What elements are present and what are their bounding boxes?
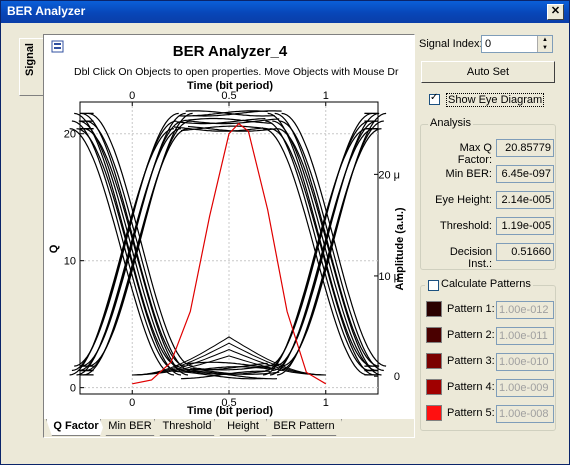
pattern-1-field[interactable]: 1.00e-012 [496, 301, 554, 319]
decision-inst-value: 0.51660 [496, 243, 554, 261]
x-tick-bottom: 0.5 [221, 397, 236, 409]
decision-inst-label: Decision Inst.: [449, 246, 492, 270]
bottom-tab-strip: Q Factor Min BER Threshold Height BER Pa… [44, 419, 414, 437]
signal-index-spinner[interactable]: 0 ▲ ▼ [481, 35, 553, 53]
signal-index-value: 0 [485, 38, 492, 50]
pattern-4-color-swatch[interactable] [426, 379, 442, 395]
pattern-2-label: Pattern 2: [447, 329, 495, 341]
max-q-label: Max Q Factor: [457, 142, 492, 166]
pattern-3-color-swatch[interactable] [426, 353, 442, 369]
max-q-value: 20.85779 [496, 139, 554, 157]
signal-index-label: Signal Index: [419, 38, 483, 50]
amplitude-tick: 10 μ [378, 271, 400, 283]
threshold-label: Threshold: [440, 220, 492, 232]
threshold-value: 1.19e-005 [496, 217, 554, 235]
tab-q-factor[interactable]: Q Factor [46, 419, 106, 436]
spin-up-icon[interactable]: ▲ [538, 36, 552, 44]
pattern-2-field[interactable]: 1.00e-011 [496, 327, 554, 345]
calculate-patterns-checkbox[interactable] [428, 280, 439, 291]
amplitude-tick: 0 [394, 371, 400, 383]
plot-title: BER Analyzer_4 [173, 43, 288, 60]
tab-signal-label: Signal [24, 43, 36, 77]
tab-height[interactable]: Height [214, 419, 272, 436]
tab-ber-pattern[interactable]: BER Pattern [266, 419, 342, 436]
pattern-2-color-swatch[interactable] [426, 327, 442, 343]
title-bar[interactable]: BER Analyzer ✕ [1, 1, 569, 23]
close-icon[interactable]: ✕ [547, 4, 564, 20]
eye-height-value: 2.14e-005 [496, 191, 554, 209]
pattern-1-color-swatch[interactable] [426, 301, 442, 317]
min-ber-label: Min BER: [445, 168, 492, 180]
q-tick: 20 [64, 129, 76, 141]
plot-panel: BER Analyzer_4 Dbl Click On Objects to o… [43, 34, 415, 438]
pattern-4-field[interactable]: 1.00e-009 [496, 379, 554, 397]
show-eye-diagram-label[interactable]: Show Eye Diagram [446, 93, 545, 107]
x-tick-top: 0 [129, 90, 135, 102]
panel-menu-icon[interactable] [51, 40, 64, 53]
pattern-1-label: Pattern 1: [447, 303, 495, 315]
window-title: BER Analyzer [7, 4, 86, 18]
eye-height-label: Eye Height: [435, 194, 492, 206]
pattern-5-color-swatch[interactable] [426, 405, 442, 421]
plot-subtitle: Dbl Click On Objects to open properties.… [74, 66, 399, 78]
analysis-legend: Analysis [428, 117, 473, 129]
pattern-4-label: Pattern 4: [447, 381, 495, 393]
tab-threshold[interactable]: Threshold [154, 419, 220, 436]
x-tick-top: 1 [323, 90, 329, 102]
tab-signal[interactable]: Signal [19, 38, 44, 96]
min-ber-value: 6.45e-097 [496, 165, 554, 183]
auto-set-button[interactable]: Auto Set [421, 61, 555, 83]
pattern-3-field[interactable]: 1.00e-010 [496, 353, 554, 371]
ber-analyzer-window: BER Analyzer ✕ Signal BER Analyzer_4 Dbl… [0, 0, 570, 465]
eye-diagram-plot[interactable]: BER Analyzer_4 Dbl Click On Objects to o… [48, 38, 412, 418]
pattern-3-label: Pattern 3: [447, 355, 495, 367]
left-axis-label: Q [48, 244, 60, 253]
spin-down-icon[interactable]: ▼ [538, 44, 552, 52]
x-tick-bottom: 1 [323, 397, 329, 409]
plot-area[interactable]: BER Analyzer_4 Dbl Click On Objects to o… [48, 38, 412, 418]
show-eye-diagram-checkbox[interactable] [429, 92, 440, 105]
q-tick: 10 [64, 256, 76, 268]
tab-min-ber[interactable]: Min BER [100, 419, 160, 436]
pattern-5-label: Pattern 5: [447, 407, 495, 419]
pattern-5-field[interactable]: 1.00e-008 [496, 405, 554, 423]
x-tick-top: 0.5 [221, 90, 236, 102]
calculate-patterns-legend: Calculate Patterns [425, 278, 533, 290]
amplitude-tick: 20 μ [378, 169, 400, 181]
x-tick-bottom: 0 [129, 397, 135, 409]
q-tick: 0 [70, 383, 76, 395]
